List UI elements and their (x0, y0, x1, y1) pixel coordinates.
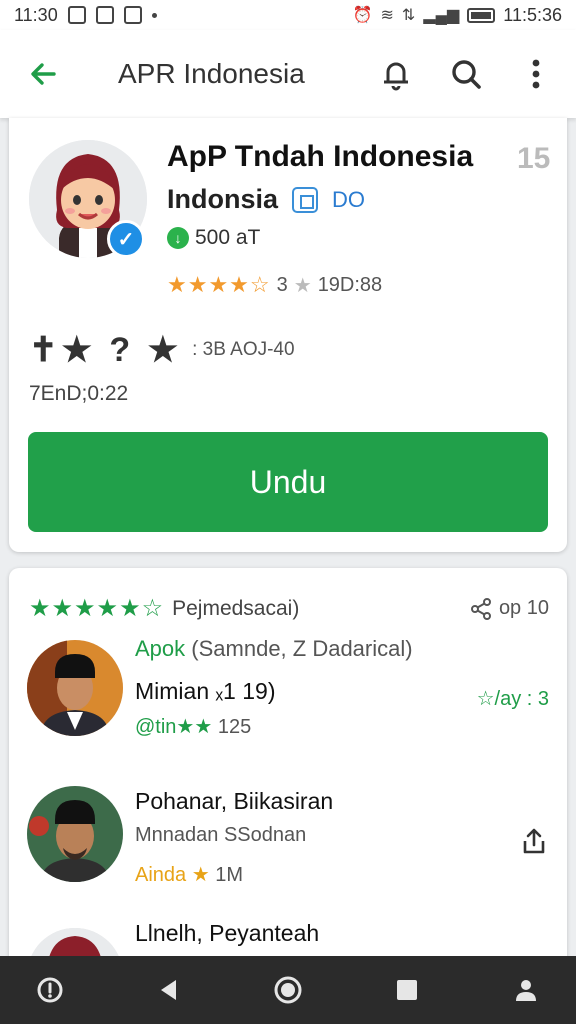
avatar (27, 640, 123, 736)
app-badge-number: 15 (517, 142, 551, 175)
more-vert-icon (532, 59, 540, 89)
downloads-count: 500 aT (195, 226, 261, 249)
person-photo-icon (27, 786, 123, 882)
system-nav-bar (0, 956, 576, 1024)
battery-icon (467, 7, 496, 23)
meta-text: : 3B AOJ-40 (192, 339, 295, 360)
review-source-detail: (Samnde, Z Dadarical) (191, 636, 413, 661)
search-icon (452, 60, 481, 89)
wifi-icon: ≋ (380, 7, 394, 24)
list-item[interactable]: Pohanar, Biikasiran Mnnadan SSodnan Aind… (27, 776, 549, 886)
recents-square-icon (397, 980, 417, 1000)
back-button[interactable] (18, 49, 68, 99)
review-like[interactable]: ☆/ay : 3 (477, 686, 549, 711)
install-button[interactable]: Undu (28, 432, 548, 532)
account-icon (516, 980, 536, 1001)
status-time: 11:30 (14, 4, 58, 25)
tag-icon (292, 186, 319, 213)
alarm-icon: ⏰ (352, 7, 373, 24)
reviews-stars: ★★★★★☆ (29, 595, 165, 622)
reviews-label: Pejmedsacai) (172, 596, 300, 620)
nav-recents-button[interactable] (387, 970, 427, 1010)
rating-count: 19D:88 (317, 273, 383, 296)
upload-share-icon (523, 828, 545, 854)
info-icon (37, 977, 63, 1003)
rating-stars: ★★★★☆ (167, 272, 271, 297)
verified-badge-icon: ✓ (107, 220, 145, 258)
reviewer-subtitle: Mnnadan SSodnan (135, 824, 307, 846)
rating-value: 3 (276, 273, 288, 296)
account-button[interactable] (506, 970, 546, 1010)
review-meta-prefix: Ainda ★ (135, 864, 210, 886)
back-arrow-icon (31, 63, 56, 85)
home-circle-icon (274, 976, 302, 1004)
reviews-card: ★★★★★☆ Pejmedsacai) op 10 Apok (Samnde, … (9, 568, 567, 1024)
reviews-count: op 10 (498, 597, 549, 619)
reviewer-name: Llnelh, Peyanteah (135, 920, 320, 946)
downloads-row: ↓ 500 aT (167, 226, 260, 250)
meta-time: 7EnD;0:22 (29, 382, 129, 405)
download-icon: ↓ (167, 227, 189, 249)
more-options-button[interactable] (514, 52, 558, 96)
review-meta-value: 1M (215, 864, 243, 886)
review-meta-value: 125 (217, 716, 252, 738)
notification-button[interactable] (374, 52, 418, 96)
review-source: Apok (135, 636, 186, 661)
reviewer-name: Mimian ₓ1 19) (135, 678, 276, 704)
app-info-card: ✓ ApP Tndah Indonesia 15 Indonsia DO ↓ 5… (9, 118, 567, 552)
reviewer-name: Pohanar, Biikasiran (135, 788, 334, 814)
reviews-share[interactable]: op 10 (469, 597, 549, 621)
rating-row: ★★★★☆ 3 ★ 19D:88 (167, 272, 382, 298)
status-right-text: 11:5:36 (503, 4, 562, 25)
person-photo-icon (27, 640, 123, 736)
app-subname: Indonsia (167, 184, 279, 214)
info-button[interactable] (30, 970, 70, 1010)
app-name: ApP Tndah Indonesia (167, 140, 474, 173)
star-icon: ★ (293, 274, 312, 297)
list-item[interactable]: Apok (Samnde, Z Dadarical) Mimian ₓ1 19)… (27, 630, 549, 740)
share-icon (470, 597, 491, 620)
back-triangle-icon (161, 980, 176, 1000)
bell-icon (384, 62, 408, 91)
nav-back-button[interactable] (149, 970, 189, 1010)
signal-icon: ▂▄▆ (423, 7, 460, 24)
status-bar: 11:30 ⏰ ≋ ⇅ ▂▄▆ 11:5:36 (0, 0, 576, 30)
share-button[interactable] (519, 826, 549, 856)
search-button[interactable] (444, 52, 488, 96)
page-title: APR Indonesia (118, 58, 305, 89)
review-meta-prefix: @tin★★ (135, 716, 213, 738)
more-notifications-icon (151, 12, 157, 18)
twitter-notification-icon (123, 6, 142, 24)
app-tag: DO (332, 186, 366, 212)
reviews-header: ★★★★★☆ Pejmedsacai) op 10 (29, 594, 549, 623)
meta-glyphs: ✝★ ? ★ (29, 331, 183, 369)
gallery-notification-icon (67, 6, 86, 24)
nav-home-button[interactable] (268, 970, 308, 1010)
meta-row: ✝★ ? ★ : 3B AOJ-40 (29, 330, 295, 370)
app-bar: APR Indonesia (0, 30, 576, 118)
image-notification-icon (95, 6, 114, 24)
avatar (27, 786, 123, 882)
data-icon: ⇅ (401, 7, 416, 24)
